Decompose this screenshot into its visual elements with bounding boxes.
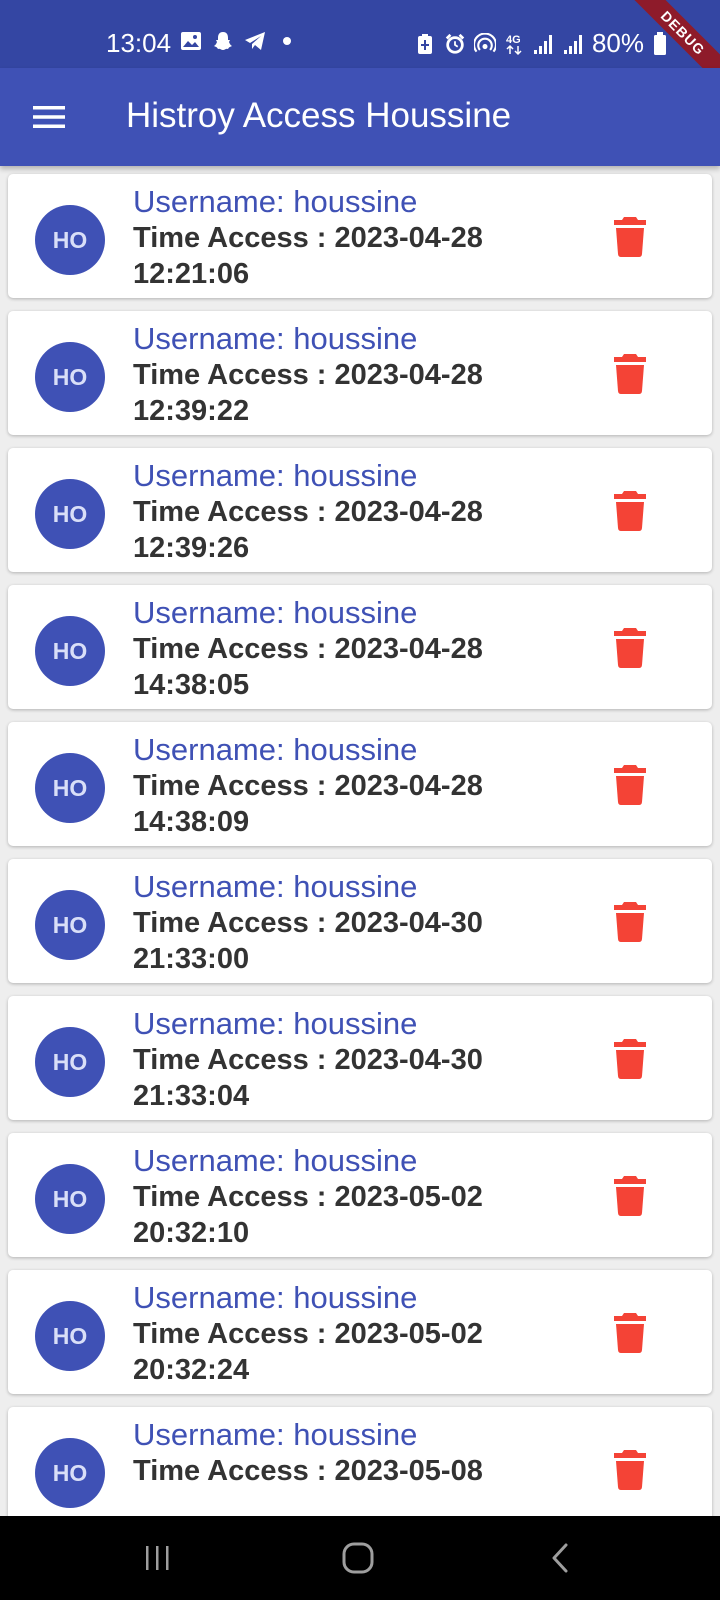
home-button[interactable]: [328, 1536, 388, 1580]
status-bar: 13:04 4G 80% DEBUG: [0, 0, 720, 94]
delete-button[interactable]: [608, 762, 652, 808]
avatar: HO: [35, 1027, 105, 1097]
trash-icon: [614, 491, 646, 531]
avatar: HO: [35, 616, 105, 686]
avatar: HO: [35, 890, 105, 960]
username-label: Username: houssine: [133, 1417, 418, 1452]
app-bar: Histroy Access Houssine: [0, 68, 720, 166]
trash-icon: [614, 765, 646, 805]
image-icon: [180, 30, 202, 52]
delete-button[interactable]: [608, 214, 652, 260]
delete-button[interactable]: [608, 625, 652, 671]
time-access-label: Time Access : 2023-04-28 12:21:06: [133, 222, 483, 290]
username-label: Username: houssine: [133, 595, 418, 630]
avatar: HO: [35, 1164, 105, 1234]
username-label: Username: houssine: [133, 1006, 418, 1041]
list-item[interactable]: HO Username: houssine Time Access : 2023…: [8, 859, 712, 983]
username-label: Username: houssine: [133, 184, 418, 219]
home-icon: [342, 1542, 374, 1574]
delete-button[interactable]: [608, 488, 652, 534]
trash-icon: [614, 354, 646, 394]
list-item[interactable]: HO Username: houssine Time Access : 2023…: [8, 585, 712, 709]
avatar: HO: [35, 753, 105, 823]
list-item[interactable]: HO Username: houssine Time Access : 2023…: [8, 1133, 712, 1257]
status-system-icons: 4G 80%: [414, 28, 668, 59]
avatar: HO: [35, 1301, 105, 1371]
delete-button[interactable]: [608, 1036, 652, 1082]
snapchat-icon: [212, 30, 234, 52]
avatar: HO: [35, 479, 105, 549]
username-label: Username: houssine: [133, 321, 418, 356]
navigation-bar: [0, 1516, 720, 1600]
signal-icon: [532, 33, 554, 55]
battery-percentage: 80%: [591, 28, 644, 58]
time-access-label: Time Access : 2023-04-30 21:33:04: [133, 1044, 483, 1112]
dot-icon: [276, 30, 298, 52]
time-access-label: Time Access : 2023-05-02 20:32:10: [133, 1181, 483, 1249]
back-button[interactable]: [530, 1536, 590, 1580]
list-item[interactable]: HO Username: houssine Time Access : 2023…: [8, 996, 712, 1120]
username-label: Username: houssine: [133, 458, 418, 493]
list-item[interactable]: HO Username: houssine Time Access : 2023…: [8, 448, 712, 572]
list-item[interactable]: HO Username: houssine Time Access : 2023…: [8, 174, 712, 298]
page-title: Histroy Access Houssine: [126, 96, 512, 135]
battery-icon: [652, 31, 668, 55]
avatar: HO: [35, 342, 105, 412]
delete-button[interactable]: [608, 1447, 652, 1493]
avatar: HO: [35, 205, 105, 275]
back-icon: [552, 1543, 568, 1573]
time-access-label: Time Access : 2023-04-28 12:39:22: [133, 359, 483, 427]
menu-icon: [33, 106, 65, 128]
svg-text:4G: 4G: [506, 34, 521, 46]
trash-icon: [614, 1450, 646, 1490]
hotspot-icon: [473, 32, 496, 55]
telegram-icon: [244, 30, 266, 52]
list-item[interactable]: HO Username: houssine Time Access : 2023…: [8, 1407, 712, 1516]
status-notification-icons: [180, 30, 298, 52]
recent-apps-icon: [146, 1546, 169, 1570]
trash-icon: [614, 1039, 646, 1079]
time-access-label: Time Access : 2023-04-28 12:39:26: [133, 496, 483, 564]
network-4g-icon: 4G: [504, 33, 524, 55]
alarm-icon: [444, 33, 466, 55]
delete-button[interactable]: [608, 899, 652, 945]
time-access-label: Time Access : 2023-04-28 14:38:09: [133, 770, 483, 838]
trash-icon: [614, 902, 646, 942]
avatar: HO: [35, 1438, 105, 1508]
time-access-label: Time Access : 2023-05-08: [133, 1455, 483, 1487]
username-label: Username: houssine: [133, 732, 418, 767]
trash-icon: [614, 628, 646, 668]
delete-button[interactable]: [608, 351, 652, 397]
time-access-label: Time Access : 2023-04-30 21:33:00: [133, 907, 483, 975]
list-item[interactable]: HO Username: houssine Time Access : 2023…: [8, 722, 712, 846]
delete-button[interactable]: [608, 1173, 652, 1219]
battery-saver-icon: [414, 33, 436, 55]
time-access-label: Time Access : 2023-04-28 14:38:05: [133, 633, 483, 701]
trash-icon: [614, 217, 646, 257]
list-item[interactable]: HO Username: houssine Time Access : 2023…: [8, 1270, 712, 1394]
list-item[interactable]: HO Username: houssine Time Access : 2023…: [8, 311, 712, 435]
trash-icon: [614, 1176, 646, 1216]
time-access-label: Time Access : 2023-05-02 20:32:24: [133, 1318, 483, 1386]
username-label: Username: houssine: [133, 869, 418, 904]
history-list[interactable]: HO Username: houssine Time Access : 2023…: [0, 166, 720, 1516]
delete-button[interactable]: [608, 1310, 652, 1356]
recent-apps-button[interactable]: [127, 1536, 187, 1580]
trash-icon: [614, 1313, 646, 1353]
username-label: Username: houssine: [133, 1280, 418, 1315]
status-time: 13:04: [106, 28, 172, 58]
username-label: Username: houssine: [133, 1143, 418, 1178]
signal-icon: [562, 33, 584, 55]
menu-button[interactable]: [24, 92, 74, 142]
